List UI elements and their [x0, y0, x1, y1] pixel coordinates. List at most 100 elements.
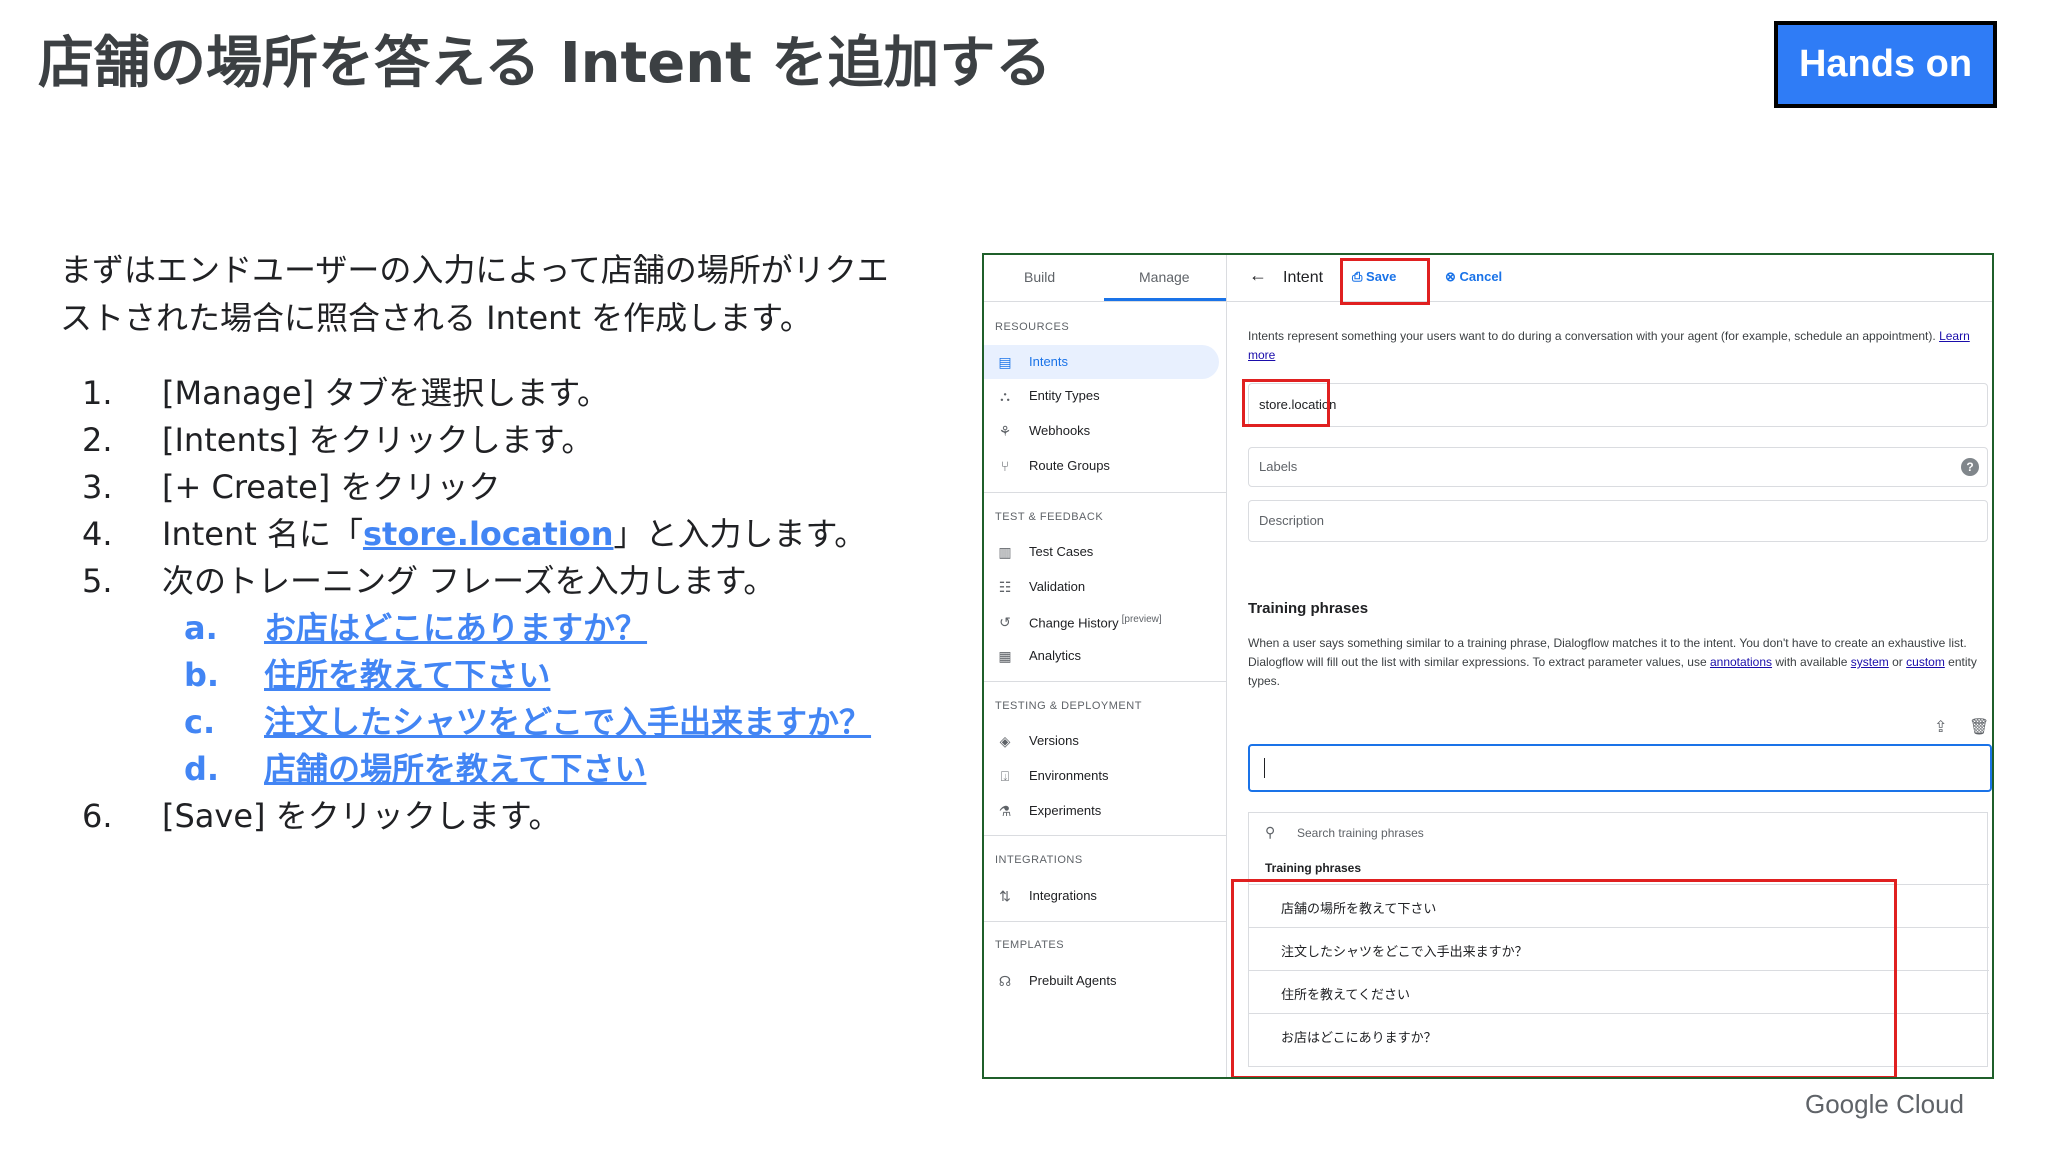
- sidebar-item-entity-types[interactable]: ⛬ Entity Types: [984, 379, 1219, 413]
- search-training-phrases[interactable]: ⚲ Search training phrases: [1248, 812, 1988, 852]
- editor-title: Intent: [1283, 269, 1324, 286]
- sidebar-item-analytics[interactable]: ▦ Analytics: [984, 639, 1219, 673]
- store-location-link[interactable]: store.location: [363, 515, 614, 553]
- intent-editor: ← Intent ⎙ Save ⊗ Cancel Intents represe…: [1227, 255, 1992, 1077]
- sidebar-item-route-groups[interactable]: ⑂ Route Groups: [984, 449, 1219, 483]
- back-arrow-icon[interactable]: ←: [1249, 265, 1267, 286]
- trash-icon[interactable]: 🗑: [1969, 717, 1989, 737]
- editor-topbar: ← Intent ⎙ Save ⊗ Cancel: [1227, 255, 1992, 305]
- sidebar-item-label: Intents: [1029, 354, 1069, 369]
- sidebar-tabs: Build Manage: [984, 255, 1226, 302]
- phrase-link[interactable]: お店はどこにありますか？: [264, 605, 647, 652]
- system-link[interactable]: system: [1851, 655, 1889, 669]
- save-highlight-box: [1340, 258, 1430, 305]
- step-text: 次のトレーニング フレーズを入力します。: [162, 562, 776, 600]
- step-number: 1.: [82, 374, 113, 412]
- phrases-highlight-box: [1231, 879, 1897, 1077]
- labels-field[interactable]: Labels ?: [1248, 447, 1988, 487]
- search-placeholder: Search training phrases: [1297, 826, 1424, 840]
- tab-build[interactable]: Build: [1024, 269, 1055, 285]
- intro-text: まずはエンドユーザーの入力によって店舗の場所がリクエストされた場合に照合される …: [60, 251, 889, 337]
- route-groups-icon: ⑂: [1000, 458, 1010, 474]
- display-name-field[interactable]: store.location: [1248, 383, 1988, 427]
- sidebar-item-experiments[interactable]: ⚗ Experiments: [984, 794, 1219, 828]
- step-text: [+ Create] をクリック: [162, 468, 501, 506]
- sidebar-item-environments[interactable]: ⍗ Environments: [984, 759, 1219, 793]
- sidebar-item-label: Environments: [1029, 768, 1109, 783]
- cancel-icon: ⊗: [1445, 269, 1456, 284]
- training-phrase-input[interactable]: [1248, 744, 1992, 792]
- sidebar-item-label: Change History [preview]: [1029, 614, 1162, 630]
- webhooks-icon: ⚘: [998, 423, 1012, 439]
- google-cloud-logo: Google Cloud: [1805, 1089, 1964, 1119]
- cancel-button[interactable]: ⊗ Cancel: [1445, 269, 1502, 285]
- sidebar-item-label: Integrations: [1029, 888, 1097, 903]
- history-icon: ↺: [999, 614, 1011, 630]
- environments-icon: ⍗: [1000, 768, 1010, 784]
- sidebar-item-label: Versions: [1029, 733, 1079, 748]
- tp-desc-3: or: [1892, 655, 1903, 669]
- phrase-link[interactable]: 住所を教えて下さい: [264, 652, 550, 699]
- step-text: [Manage] タブを選択します。: [162, 374, 610, 412]
- tab-manage[interactable]: Manage: [1139, 269, 1190, 285]
- console-screenshot: Build Manage RESOURCES ▤ Intents ⛬ Entit…: [982, 253, 1994, 1079]
- slide-title: 店舗の場所を答える Intent を追加する: [38, 31, 1052, 96]
- help-icon[interactable]: ?: [1961, 458, 1979, 476]
- sidebar-item-validation[interactable]: ☷ Validation: [984, 570, 1219, 604]
- labels-placeholder: Labels: [1259, 459, 1298, 474]
- section-testing-deployment: TESTING & DEPLOYMENT: [995, 700, 1142, 712]
- intent-description: Intents represent something your users w…: [1248, 327, 1992, 365]
- sidebar-item-versions[interactable]: ◈ Versions: [984, 724, 1219, 758]
- text-caret: [1264, 758, 1265, 778]
- section-templates: TEMPLATES: [995, 939, 1065, 951]
- phrase-link[interactable]: 注文したシャツをどこで入手出来ますか？: [264, 699, 871, 746]
- divider: [984, 921, 1226, 922]
- phrase-letter: d.: [184, 750, 220, 788]
- intent-description-text: Intents represent something your users w…: [1248, 329, 1936, 343]
- validation-icon: ☷: [998, 579, 1012, 595]
- active-tab-indicator: [1104, 298, 1226, 301]
- sidebar: Build Manage RESOURCES ▤ Intents ⛬ Entit…: [984, 255, 1227, 1077]
- change-history-label: Change History: [1029, 615, 1119, 631]
- step-text-pre: Intent 名に「: [162, 515, 363, 553]
- sidebar-item-intents[interactable]: ▤ Intents: [984, 345, 1219, 379]
- custom-link[interactable]: custom: [1906, 655, 1945, 669]
- sidebar-item-label: Analytics: [1029, 648, 1082, 663]
- sidebar-item-test-cases[interactable]: ▥ Test Cases: [984, 535, 1219, 569]
- phrase-letter: c.: [184, 703, 216, 741]
- sidebar-item-label: Route Groups: [1029, 458, 1110, 473]
- annotations-link[interactable]: annotations: [1710, 655, 1772, 669]
- test-cases-icon: ▥: [998, 544, 1012, 560]
- phrase-letter: b.: [184, 656, 220, 694]
- sidebar-item-change-history[interactable]: ↺ Change History [preview]: [984, 605, 1219, 639]
- step-text: [Save] をクリックします。: [162, 797, 561, 835]
- hands-on-badge: Hands on: [1774, 21, 1997, 108]
- step-number: 6.: [82, 797, 113, 835]
- description-placeholder: Description: [1259, 513, 1325, 528]
- section-resources: RESOURCES: [995, 321, 1070, 333]
- sidebar-item-integrations[interactable]: ⇅ Integrations: [984, 879, 1219, 913]
- cancel-label: Cancel: [1459, 269, 1503, 284]
- step-number: 3.: [82, 468, 113, 506]
- step-text: [Intents] をクリックします。: [162, 421, 594, 459]
- training-phrases-description: When a user says something similar to a …: [1248, 634, 1992, 691]
- section-integrations: INTEGRATIONS: [995, 854, 1083, 866]
- upload-icon[interactable]: ⇪: [1934, 717, 1947, 737]
- divider: [984, 835, 1226, 836]
- sidebar-item-label: Experiments: [1029, 803, 1102, 818]
- sidebar-item-label: Validation: [1029, 579, 1086, 594]
- description-field[interactable]: Description: [1248, 500, 1988, 542]
- list-header: Training phrases: [1265, 861, 1362, 875]
- intents-icon: ▤: [998, 354, 1012, 370]
- tp-desc-2: with available: [1775, 655, 1848, 669]
- step-text: Intent 名に「store.location」と入力します。: [162, 511, 866, 558]
- sidebar-item-webhooks[interactable]: ⚘ Webhooks: [984, 414, 1219, 448]
- headset-icon: ☊: [998, 973, 1012, 989]
- step-number: 2.: [82, 421, 113, 459]
- entity-types-icon: ⛬: [1000, 388, 1010, 404]
- phrase-link[interactable]: 店舗の場所を教えて下さい: [264, 746, 646, 793]
- integrations-icon: ⇅: [999, 888, 1011, 904]
- sidebar-item-prebuilt-agents[interactable]: ☊ Prebuilt Agents: [984, 964, 1219, 998]
- sidebar-item-label: Entity Types: [1029, 388, 1100, 403]
- preview-tag: [preview]: [1121, 614, 1162, 625]
